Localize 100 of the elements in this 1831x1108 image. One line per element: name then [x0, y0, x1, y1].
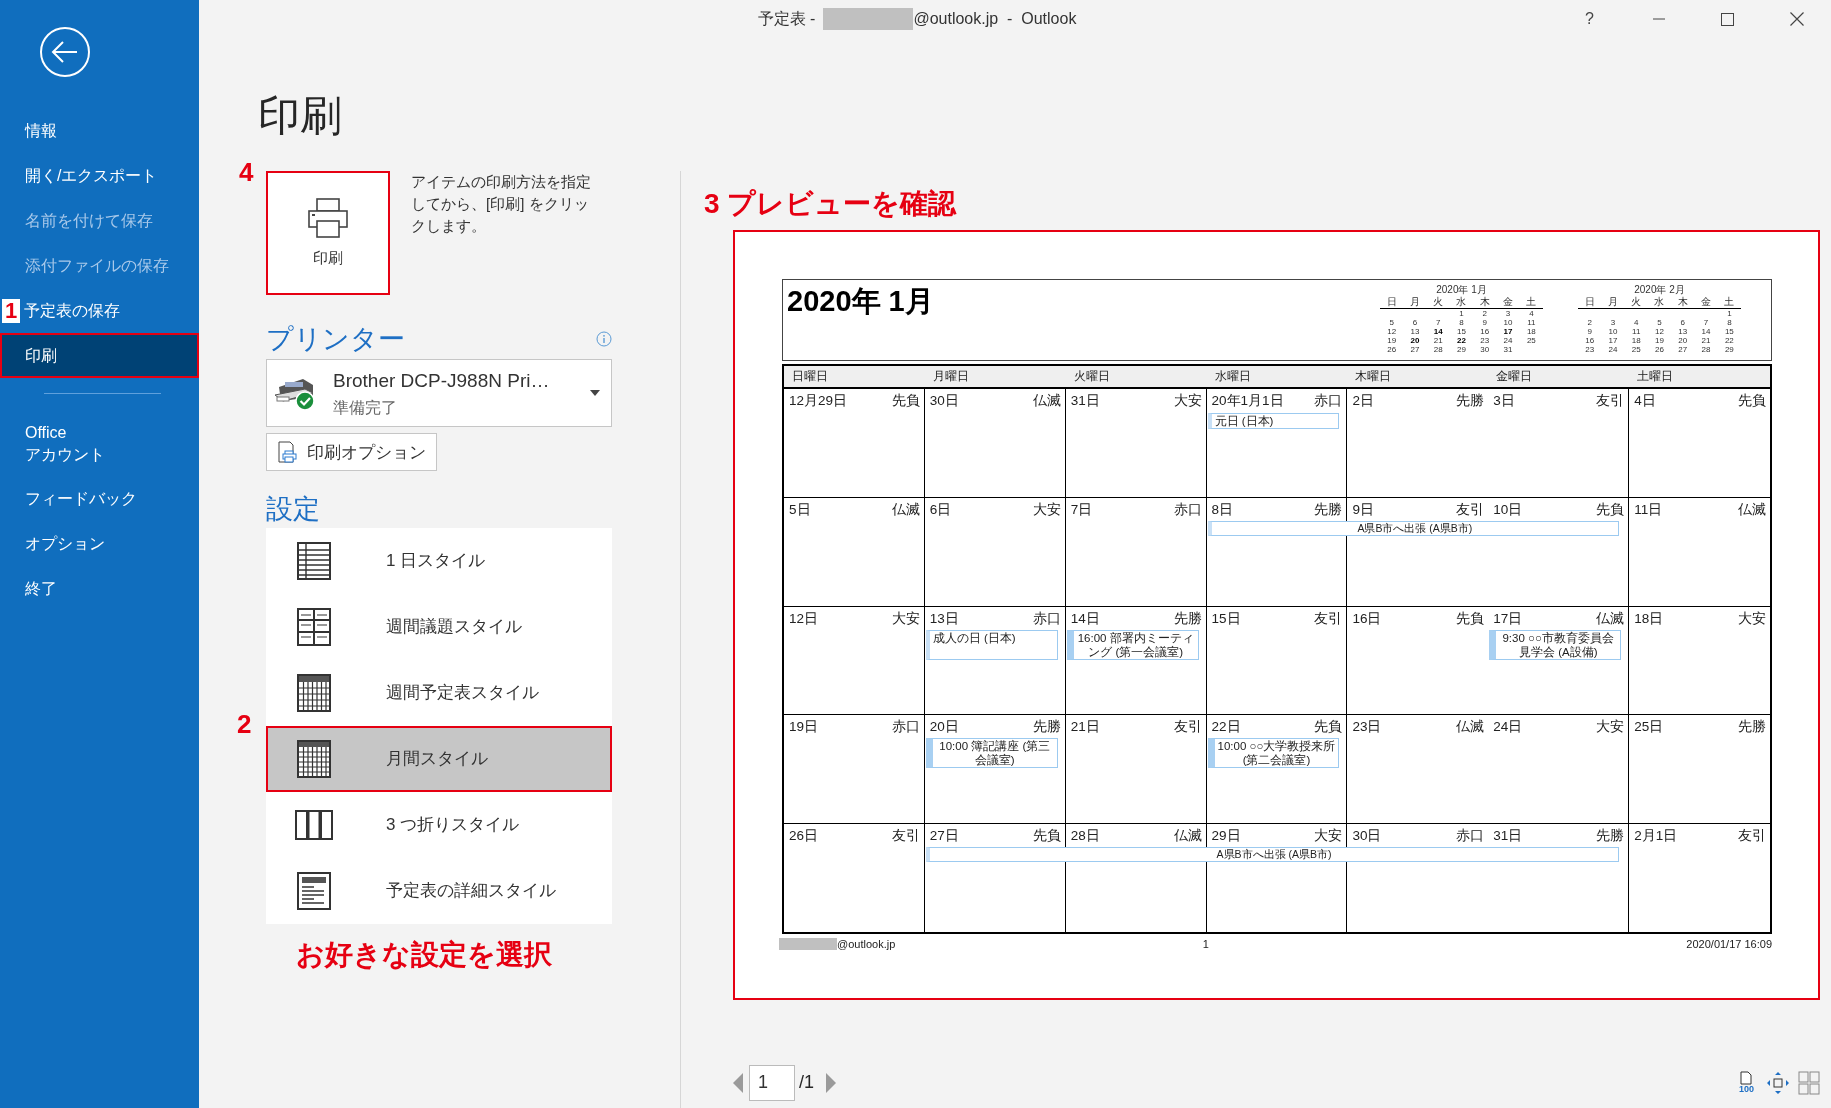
menu-item[interactable]: 開く/エクスポート [0, 153, 199, 198]
mini-calendar-day: 4 [1624, 317, 1648, 327]
mini-calendar-day: 19 [1380, 335, 1404, 345]
mini-calendar-day: 6 [1403, 317, 1427, 327]
mini-calendar-day: 9 [1473, 317, 1497, 327]
day-date: 30日 [929, 391, 959, 410]
printer-name: Brother DCP-J988N Pri… [333, 369, 551, 394]
rokuyo-label: 先負 [1314, 718, 1343, 737]
menu-item[interactable]: フィードバック [0, 476, 199, 521]
rokuyo-label: 仏滅 [1596, 609, 1625, 628]
menu-item[interactable]: 予定表の保存 [20, 288, 199, 333]
print-button[interactable]: 印刷 [266, 171, 390, 295]
rokuyo-label: 大安 [1032, 501, 1061, 520]
weekday-header: 金曜日 [1495, 367, 1533, 385]
two-column-page-icon [294, 606, 334, 647]
mini-calendar-day: 1 [1449, 308, 1474, 318]
day-date: 25日 [1634, 718, 1664, 737]
day-date: 30日 [1352, 826, 1382, 845]
weekday-label: 木 [1478, 295, 1491, 308]
weekday-label: 水 [1455, 295, 1468, 308]
description-text: アイテムの印刷方法を指定してから、[印刷] をクリックします。 [411, 172, 592, 236]
weekday-header: 水曜日 [1213, 367, 1251, 385]
day-date: 6日 [929, 501, 952, 520]
minimize-icon [1652, 18, 1665, 20]
mini-calendar-day: 24 [1601, 344, 1625, 354]
page-number: 1 [1202, 936, 1209, 952]
day-date: 17日 [1493, 609, 1523, 628]
menu-item[interactable]: 印刷 [0, 333, 199, 378]
page-icon [1740, 1071, 1753, 1086]
rokuyo-label: 友引 [1314, 609, 1343, 628]
mini-calendar-day: 7 [1694, 317, 1718, 327]
mini-calendar-day: 29 [1717, 344, 1741, 354]
page-input[interactable]: 1 [749, 1064, 795, 1101]
print-options-button[interactable]: 印刷オプション [266, 433, 437, 472]
mini-calendar-day: 7 [1426, 317, 1450, 327]
help-button[interactable]: ? [1555, 0, 1624, 38]
rokuyo-label: 赤口 [1032, 609, 1061, 628]
style-option[interactable]: 月間スタイル [266, 725, 612, 792]
rokuyo-label: 先勝 [1456, 391, 1485, 410]
window-title: @outlook.jp - Outlook [913, 9, 1077, 29]
mini-calendar-day: 29 [1449, 344, 1474, 354]
step-number: 2 [237, 710, 252, 737]
rokuyo-label: 友引 [891, 826, 920, 845]
step-number: 4 [239, 159, 254, 185]
month-grid-icon [294, 738, 334, 779]
mini-calendar-day: 26 [1647, 344, 1672, 354]
rokuyo-label: 赤口 [1173, 501, 1202, 520]
mini-calendar-day: 21 [1694, 335, 1718, 345]
day-date: 28日 [1070, 826, 1100, 845]
weekday-header: 木曜日 [1354, 367, 1392, 385]
mini-calendar-day: 26 [1380, 344, 1404, 354]
menu-item[interactable]: 情報 [0, 108, 199, 153]
rokuyo-label: 友引 [1738, 826, 1766, 845]
printer-icon [307, 196, 349, 239]
fit-page-icon[interactable] [1766, 1070, 1790, 1095]
rokuyo-label: 赤口 [1314, 391, 1343, 410]
weekday-header: 土曜日 [1636, 367, 1674, 385]
printer-dropdown[interactable]: Brother DCP-J988N Pri… 準備完了 [266, 359, 612, 428]
weekday-label: 月 [1606, 295, 1619, 308]
mini-calendar-day: 25 [1519, 335, 1543, 345]
mini-calendar-title: 2020年 2月 [1633, 283, 1686, 296]
mini-calendar-day: 11 [1624, 326, 1648, 336]
section-heading: プリンター [266, 323, 405, 356]
day-date: 5日 [789, 501, 811, 520]
mini-calendar-day: 14 [1426, 326, 1450, 336]
section-heading: 設定 [266, 493, 320, 526]
menu-item[interactable]: Office アカウント [0, 412, 199, 476]
weekday-label: 日 [1385, 295, 1398, 308]
previous-page-icon[interactable] [731, 1071, 745, 1094]
day-date: 31日 [1493, 826, 1523, 845]
mini-calendar-day: 9 [1578, 326, 1602, 336]
step-title: 3 プレビューを確認 [704, 187, 957, 221]
step-number: 1 [2, 298, 21, 323]
weekday-label: 金 [1502, 295, 1515, 308]
info-icon [596, 331, 612, 348]
day-date: 7日 [1070, 501, 1093, 520]
day-date: 27日 [929, 826, 959, 845]
actual-size-button[interactable]: 100 [1734, 1071, 1758, 1095]
rokuyo-label: 仏滅 [891, 501, 920, 520]
rokuyo-label: 友引 [1596, 391, 1625, 410]
mini-calendar-day: 22 [1449, 335, 1474, 345]
calendar-title: 2020年 1月 [787, 283, 934, 319]
mini-calendar-day: 30 [1473, 344, 1497, 354]
next-page-icon[interactable] [824, 1071, 838, 1094]
back-button[interactable] [39, 26, 91, 78]
mini-calendar-day: 22 [1717, 335, 1741, 345]
mini-calendar-day: 13 [1403, 326, 1427, 336]
day-date: 20日 [929, 718, 959, 737]
weekday-label: 金 [1700, 295, 1713, 308]
day-date: 10日 [1493, 501, 1523, 520]
menu-item[interactable]: 終了 [0, 566, 199, 611]
menu-item[interactable]: オプション [0, 521, 199, 566]
mini-calendar-day: 4 [1519, 308, 1543, 318]
mini-calendar-day: 10 [1601, 326, 1625, 336]
list-page-icon [294, 540, 334, 581]
multiple-pages-icon[interactable] [1798, 1070, 1820, 1095]
mini-calendar-day: 10 [1496, 317, 1520, 327]
mini-calendar-day: 19 [1647, 335, 1672, 345]
calendar-event: 9:30 ○○市教育委員会見学会 (A設備) [1489, 629, 1622, 660]
mini-calendar-day: 31 [1496, 344, 1520, 354]
